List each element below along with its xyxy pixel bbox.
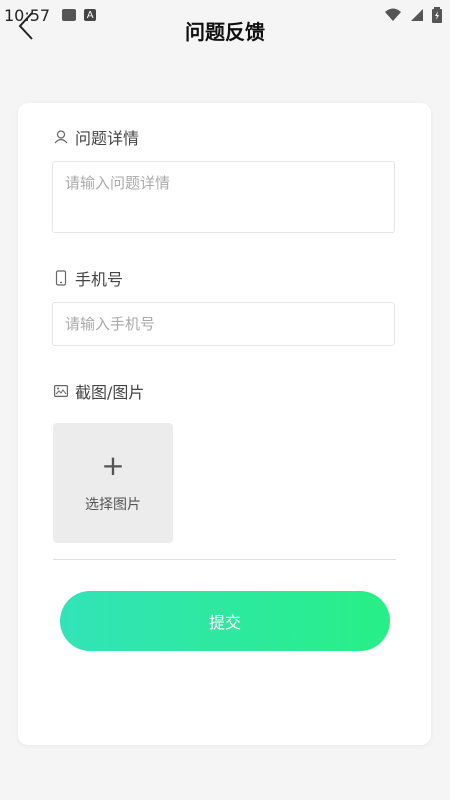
phone-label-row: 手机号: [53, 266, 123, 290]
plus-icon: +: [101, 449, 125, 482]
phone-input[interactable]: [52, 302, 395, 346]
screenshot-label-row: 截图/图片: [53, 379, 144, 403]
divider: [53, 559, 396, 560]
submit-button[interactable]: 提交: [60, 591, 390, 651]
image-picker[interactable]: + 选择图片: [53, 423, 173, 543]
phone-icon: [53, 270, 69, 286]
page-title: 问题反馈: [185, 19, 265, 44]
feedback-card: 问题详情 手机号 截图/图片 + 选择图片 提交: [18, 103, 431, 745]
details-textarea[interactable]: [52, 161, 395, 233]
chevron-left-icon: [18, 12, 33, 40]
user-icon: [53, 129, 69, 145]
details-label: 问题详情: [75, 129, 140, 148]
details-label-row: 问题详情: [53, 125, 139, 149]
header: 问题反馈: [0, 0, 450, 56]
phone-label: 手机号: [75, 270, 124, 289]
back-button[interactable]: [10, 10, 42, 42]
image-icon: [53, 383, 69, 399]
screenshot-label: 截图/图片: [75, 383, 145, 402]
image-picker-label: 选择图片: [85, 497, 141, 513]
